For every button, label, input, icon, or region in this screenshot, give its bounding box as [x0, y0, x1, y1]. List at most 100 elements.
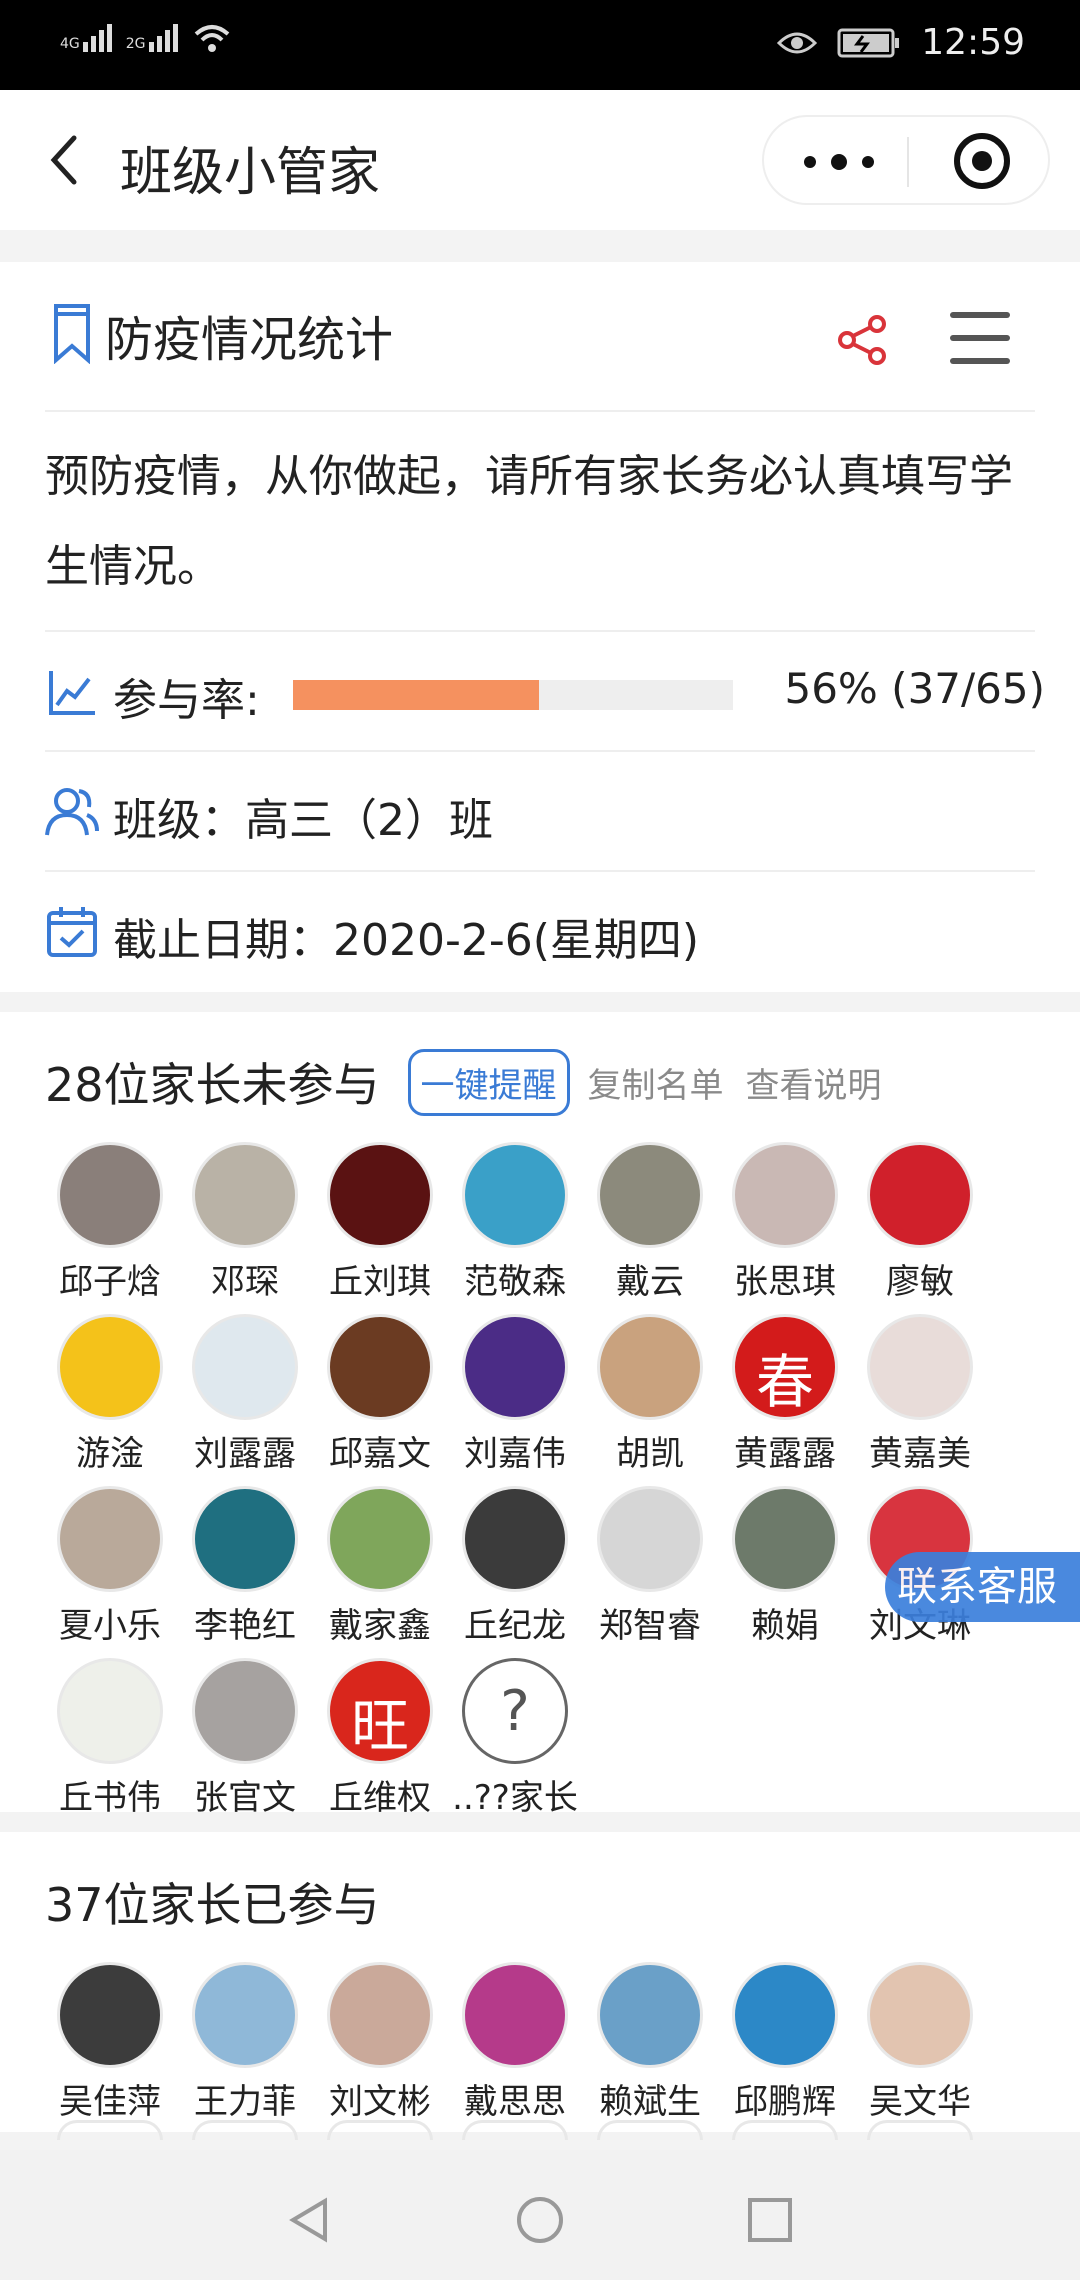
- avatar[interactable]: [327, 1142, 433, 1248]
- parent-item[interactable]: 吴佳萍: [45, 1962, 180, 2122]
- more-options-icon[interactable]: [804, 147, 874, 177]
- avatar[interactable]: [327, 1486, 433, 1592]
- parent-item[interactable]: 胡凯: [585, 1314, 720, 1474]
- status-bar: 4G 2G 12:59: [0, 0, 1080, 90]
- parent-item[interactable]: 李艳红: [180, 1486, 315, 1646]
- avatar[interactable]: [57, 1142, 163, 1248]
- avatar[interactable]: [597, 1142, 703, 1248]
- contact-support-button[interactable]: 联系客服: [885, 1552, 1080, 1622]
- hamburger-menu-icon[interactable]: [950, 312, 1010, 364]
- parent-name: 丘维权: [329, 1778, 431, 1818]
- avatar[interactable]: [327, 1314, 433, 1420]
- avatar[interactable]: [597, 1314, 703, 1420]
- participated-card: 37位家长已参与 吴佳萍 王力菲 刘文彬 戴思思 赖斌生 邱鹏辉 吴文华: [0, 1832, 1080, 2132]
- parent-item[interactable]: ? ..??家长: [450, 1658, 585, 1818]
- close-miniprogram-icon[interactable]: [954, 133, 1010, 189]
- parent-item[interactable]: 春黄露露: [720, 1314, 855, 1474]
- avatar[interactable]: [57, 1314, 163, 1420]
- view-help-button[interactable]: 查看说明: [746, 1058, 882, 1107]
- avatar[interactable]: [462, 1314, 568, 1420]
- avatar[interactable]: [462, 1962, 568, 2068]
- unknown-avatar-icon[interactable]: ?: [462, 1658, 568, 1764]
- parent-item[interactable]: 刘嘉伟: [450, 1314, 585, 1474]
- status-right-group: 12:59: [777, 22, 1025, 63]
- progress-fill: [293, 680, 540, 710]
- remind-all-button[interactable]: 一键提醒: [407, 1048, 570, 1116]
- network-type-2: 2G: [125, 36, 146, 52]
- parent-item[interactable]: 郑智睿: [585, 1486, 720, 1646]
- parent-item[interactable]: 丘书伟: [45, 1658, 180, 1818]
- parent-item[interactable]: 戴云: [585, 1142, 720, 1302]
- avatar[interactable]: [597, 1486, 703, 1592]
- avatar[interactable]: [57, 1486, 163, 1592]
- parent-name: 邱子焓: [59, 1262, 161, 1302]
- parent-name: 黄嘉美: [869, 1434, 971, 1474]
- parent-item[interactable]: 旺丘维权: [315, 1658, 450, 1818]
- parent-name: 游淦: [76, 1434, 144, 1474]
- avatar[interactable]: [462, 1142, 568, 1248]
- home-circle-icon[interactable]: [515, 2195, 565, 2245]
- avatar[interactable]: [192, 1658, 298, 1764]
- parent-item[interactable]: 刘露露: [180, 1314, 315, 1474]
- parent-item[interactable]: 张思琪: [720, 1142, 855, 1302]
- avatar[interactable]: [462, 1486, 568, 1592]
- parent-item[interactable]: 邓琛: [180, 1142, 315, 1302]
- participated-header: 37位家长已参与: [45, 1862, 1045, 1942]
- avatar[interactable]: [867, 1314, 973, 1420]
- parent-name: 邱嘉文: [329, 1434, 431, 1474]
- avatar[interactable]: 旺: [327, 1658, 433, 1764]
- avatar[interactable]: [192, 1142, 298, 1248]
- survey-title-row: 防疫情况统计: [45, 262, 1035, 412]
- avatar[interactable]: [732, 1142, 838, 1248]
- parent-name: 邓琛: [211, 1262, 279, 1302]
- avatar[interactable]: 春: [732, 1314, 838, 1420]
- rate-value: 56% (37/65): [784, 664, 1045, 713]
- parent-item[interactable]: 邱子焓: [45, 1142, 180, 1302]
- avatar[interactable]: [192, 1314, 298, 1420]
- back-arrow-icon[interactable]: [40, 130, 90, 190]
- parent-item[interactable]: 赖斌生: [585, 1962, 720, 2122]
- not-participated-card: 28位家长未参与 一键提醒 复制名单 查看说明 邱子焓 邓琛 丘刘琪 范敬森 戴云 张思琪…: [0, 1012, 1080, 1818]
- parent-item[interactable]: 刘文彬: [315, 1962, 450, 2122]
- parent-item[interactable]: 游淦: [45, 1314, 180, 1474]
- parent-name: 邱鹏辉: [734, 2082, 836, 2122]
- wifi-icon: [194, 25, 229, 52]
- avatar[interactable]: [327, 1962, 433, 2068]
- participation-progress-bar: [293, 680, 733, 710]
- recents-square-icon[interactable]: [745, 2195, 795, 2245]
- parent-item[interactable]: 丘刘琪: [315, 1142, 450, 1302]
- survey-info-card: 防疫情况统计 预防疫情，从你做起，请所有家长务必认真填写学生情况。 参与率: 5…: [0, 262, 1080, 992]
- parent-name: 胡凯: [616, 1434, 684, 1474]
- avatar[interactable]: [732, 1486, 838, 1592]
- avatar[interactable]: [192, 1962, 298, 2068]
- parent-item[interactable]: 丘纪龙: [450, 1486, 585, 1646]
- partial-avatar-row: [45, 2120, 1035, 2140]
- avatar[interactable]: [57, 1658, 163, 1764]
- parent-item[interactable]: 黄嘉美: [855, 1314, 990, 1474]
- avatar[interactable]: [867, 1962, 973, 2068]
- parent-item[interactable]: 戴家鑫: [315, 1486, 450, 1646]
- nav-bar: 班级小管家: [0, 90, 1080, 230]
- avatar[interactable]: [192, 1486, 298, 1592]
- parent-item[interactable]: 王力菲: [180, 1962, 315, 2122]
- parent-item[interactable]: 廖敏: [855, 1142, 990, 1302]
- parent-name: 丘书伟: [59, 1778, 161, 1818]
- avatar[interactable]: [597, 1962, 703, 2068]
- avatar[interactable]: [867, 1142, 973, 1248]
- parent-item[interactable]: 邱嘉文: [315, 1314, 450, 1474]
- avatar[interactable]: [732, 1962, 838, 2068]
- copy-list-button[interactable]: 复制名单: [588, 1058, 724, 1107]
- parent-item[interactable]: 夏小乐: [45, 1486, 180, 1646]
- back-triangle-icon[interactable]: [285, 2195, 335, 2245]
- share-icon[interactable]: [835, 312, 891, 368]
- avatar[interactable]: [57, 1962, 163, 2068]
- parent-name: 吴文华: [869, 2082, 971, 2122]
- parent-item[interactable]: 吴文华: [855, 1962, 990, 2122]
- parent-item[interactable]: 张官文: [180, 1658, 315, 1818]
- parent-item[interactable]: 邱鹏辉: [720, 1962, 855, 2122]
- parent-item[interactable]: 赖娟: [720, 1486, 855, 1646]
- parent-item[interactable]: 范敬森: [450, 1142, 585, 1302]
- app-title: 班级小管家: [120, 143, 381, 203]
- calendar-icon: [47, 907, 97, 957]
- parent-item[interactable]: 戴思思: [450, 1962, 585, 2122]
